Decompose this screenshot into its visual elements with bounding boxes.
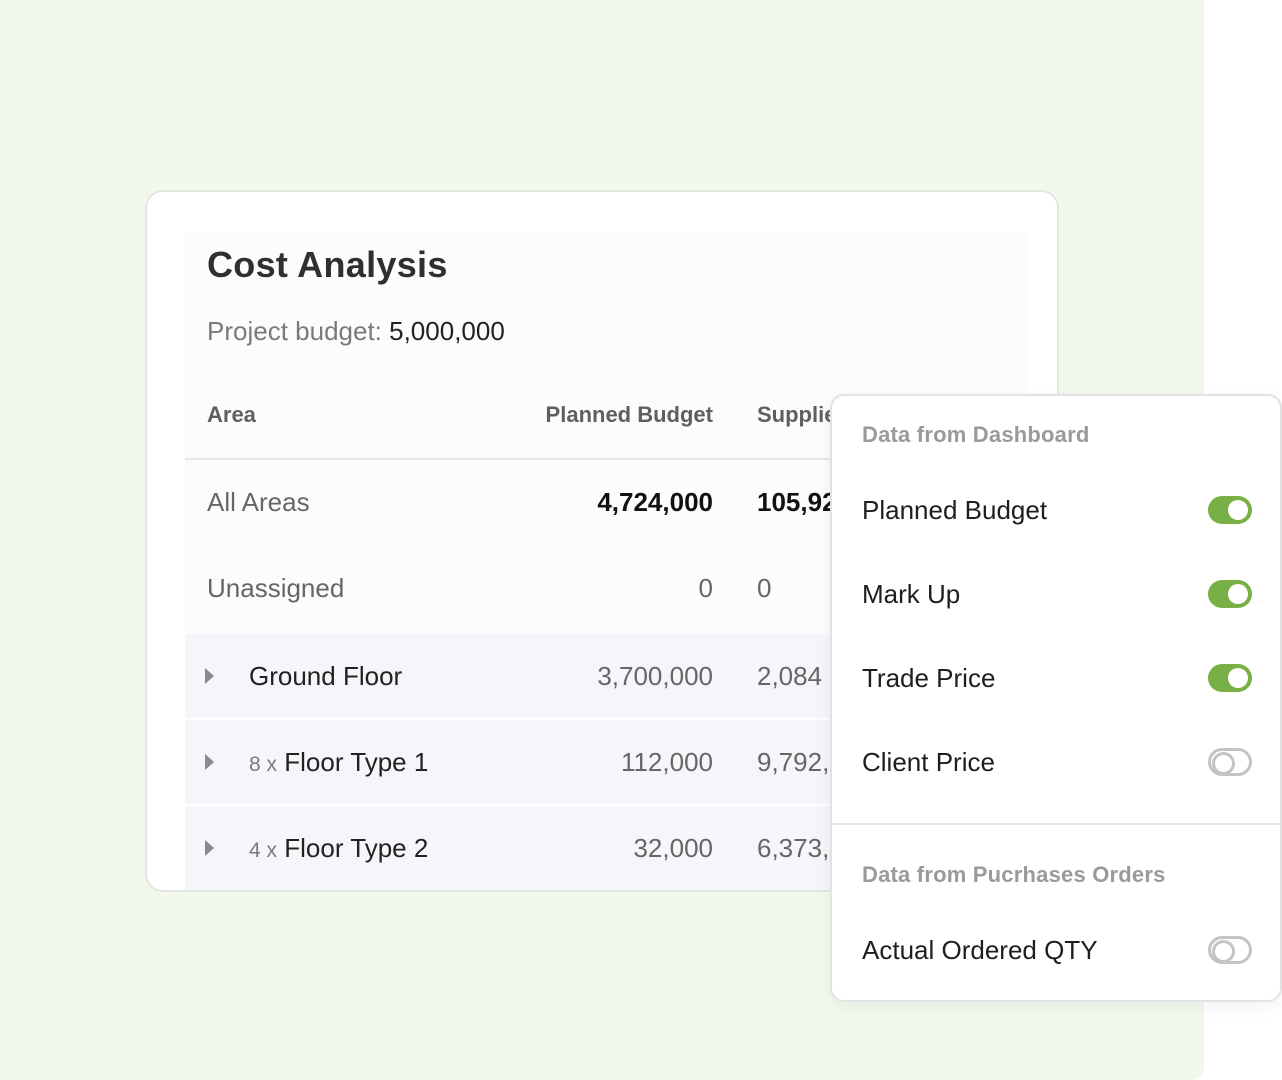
column-settings-popup: Data from Dashboard Planned Budget Mark …	[830, 394, 1282, 1002]
section-divider	[832, 823, 1280, 825]
row-supplier: 6,373,	[757, 833, 830, 863]
row-planned-budget: 32,000	[633, 833, 713, 863]
row-supplier: 2,084	[757, 661, 823, 691]
option-trade-price[interactable]: Trade Price	[832, 648, 1280, 708]
toggle-knob	[1212, 752, 1235, 775]
option-label: Actual Ordered QTY	[862, 935, 1098, 965]
row-area-name: Ground Floor	[249, 661, 403, 691]
option-planned-budget[interactable]: Planned Budget	[832, 480, 1280, 540]
option-client-price[interactable]: Client Price	[832, 732, 1280, 792]
option-label: Mark Up	[862, 579, 961, 609]
toggle-mark-up[interactable]	[1208, 580, 1252, 608]
row-multiplier: 4 x	[249, 839, 278, 862]
section-title-dashboard: Data from Dashboard	[862, 422, 1090, 447]
expand-arrow-icon[interactable]	[205, 668, 214, 684]
option-label: Client Price	[862, 747, 995, 777]
section-title-purchase-orders: Data from Pucrhases Orders	[862, 862, 1166, 887]
project-budget-value: 5,000,000	[389, 316, 505, 346]
column-header-area[interactable]: Area	[207, 402, 256, 428]
row-area-name: Floor Type 1	[284, 747, 429, 777]
option-label: Planned Budget	[862, 495, 1048, 525]
toggle-knob	[1228, 584, 1248, 604]
row-area-name: Floor Type 2	[284, 833, 429, 863]
column-header-planned-budget[interactable]: Planned Budget	[546, 402, 713, 428]
toggle-knob	[1228, 500, 1248, 520]
row-planned-budget: 3,700,000	[597, 661, 713, 691]
column-header-supplier[interactable]: Supplie	[757, 402, 836, 428]
row-area-name: Unassigned	[207, 573, 345, 603]
toggle-client-price[interactable]	[1208, 748, 1252, 776]
row-supplier: 105,92	[757, 487, 837, 517]
row-area-name-group: 8 x Floor Type 1	[249, 720, 428, 807]
row-planned-budget: 0	[698, 573, 713, 603]
option-actual-ordered-qty[interactable]: Actual Ordered QTY	[832, 920, 1280, 980]
toggle-planned-budget[interactable]	[1208, 496, 1252, 524]
expand-arrow-icon[interactable]	[205, 840, 214, 856]
project-budget-label: Project budget:	[207, 316, 382, 346]
row-multiplier: 8 x	[249, 753, 278, 776]
page-title: Cost Analysis	[207, 244, 448, 285]
toggle-actual-ordered-qty[interactable]	[1208, 936, 1252, 964]
toggle-trade-price[interactable]	[1208, 664, 1252, 692]
row-area-name: All Areas	[207, 487, 310, 517]
toggle-knob	[1228, 668, 1248, 688]
option-mark-up[interactable]: Mark Up	[832, 564, 1280, 624]
toggle-knob	[1212, 940, 1235, 963]
row-supplier: 9,792,	[757, 747, 830, 777]
row-planned-budget: 112,000	[620, 747, 713, 777]
row-area-name-group: 4 x Floor Type 2	[249, 806, 429, 890]
option-label: Trade Price	[862, 663, 996, 693]
expand-arrow-icon[interactable]	[205, 754, 214, 770]
row-planned-budget: 4,724,000	[597, 487, 713, 517]
row-supplier: 0	[757, 573, 772, 603]
project-budget: Project budget: 5,000,000	[207, 316, 505, 347]
